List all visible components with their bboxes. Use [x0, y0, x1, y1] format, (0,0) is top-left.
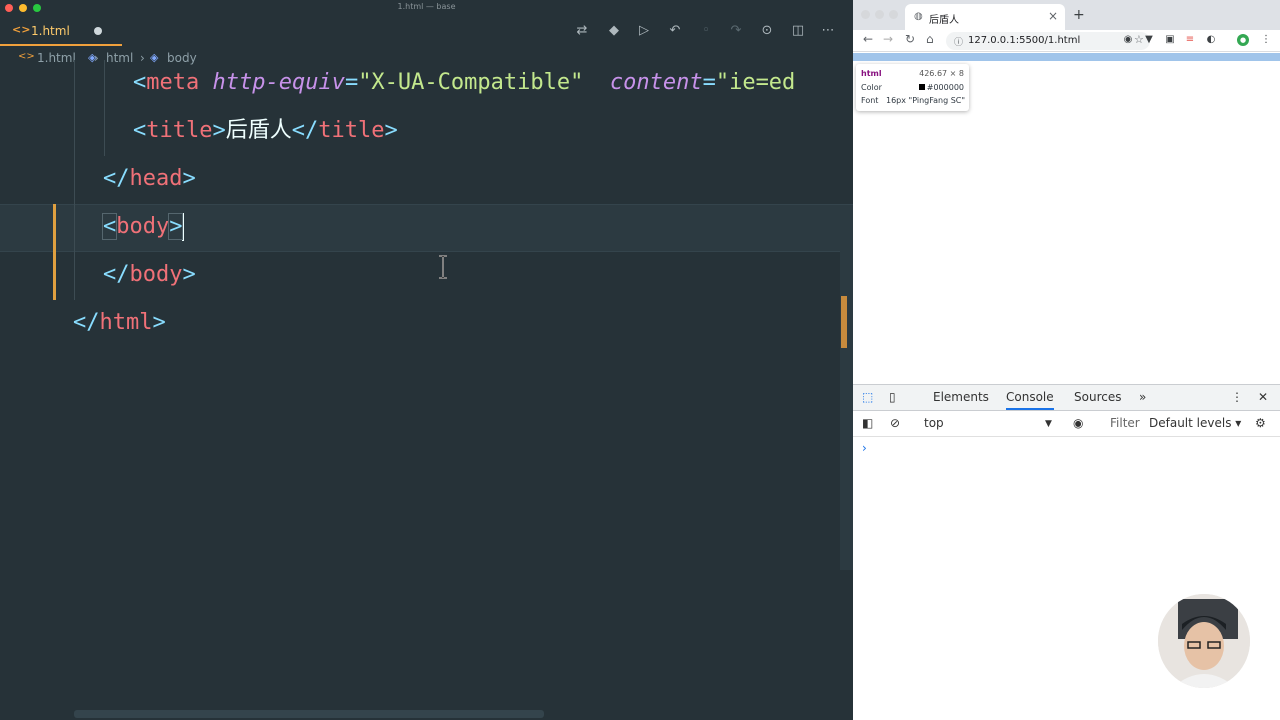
extension-icon[interactable]: ▣ — [1164, 34, 1176, 46]
scrollbar-thumb[interactable] — [841, 296, 847, 348]
tooltip-size: 426.67 × 8 — [919, 69, 964, 78]
extension-icon[interactable]: ◐ — [1205, 34, 1217, 46]
tab-console[interactable]: Console — [1006, 390, 1054, 410]
code-line-meta: <meta http-equiv="X-UA-Compatible" conte… — [133, 70, 796, 95]
color-swatch-icon — [918, 84, 925, 90]
code-line-body-close: </body> — [103, 262, 196, 287]
ibeam-cursor-icon — [439, 255, 447, 279]
tooltip-color-value: #000000 — [918, 83, 964, 92]
code-line-body-open: <body> — [101, 213, 185, 241]
unsaved-dot-icon[interactable] — [94, 27, 102, 35]
split-editor-icon[interactable]: ◫ — [789, 22, 807, 40]
console-prompt[interactable]: › — [862, 441, 867, 455]
code-area[interactable]: <meta http-equiv="X-UA-Compatible" conte… — [0, 60, 853, 710]
close-tab-icon[interactable]: × — [1048, 9, 1058, 23]
webcam-overlay — [1158, 594, 1250, 688]
home-icon[interactable]: ⌂ — [926, 32, 934, 46]
code-line-head-close: </head> — [103, 166, 196, 191]
window-title: 1.html — base — [397, 2, 456, 11]
reload-icon[interactable]: ↻ — [905, 32, 915, 46]
url-text: 127.0.0.1:5500/1.html — [968, 35, 1081, 46]
filter-input[interactable]: Filter — [1110, 416, 1140, 430]
console-toolbar: ◧ ⊘ top ▼ ◉ Filter Default levels ▾ ⚙ — [853, 411, 1280, 437]
tab-elements[interactable]: Elements — [933, 390, 989, 404]
minimize-window-button[interactable] — [875, 10, 884, 19]
tab-sources[interactable]: Sources — [1074, 390, 1121, 404]
extension-icon[interactable]: ◉ — [1122, 34, 1134, 46]
git-icon[interactable]: ◆ — [605, 22, 623, 40]
address-bar[interactable]: ⓘ 127.0.0.1:5500/1.html ☆ — [946, 32, 1150, 50]
browser-tab-strip: ◍ 后盾人 × + — [853, 0, 1280, 30]
code-line-html-close: </html> — [73, 310, 166, 335]
chevron-down-icon[interactable]: ▼ — [1045, 419, 1052, 429]
inspect-tooltip: html 426.67 × 8 Color #000000 Font 16px … — [856, 64, 969, 111]
clear-console-icon[interactable]: ⊘ — [890, 416, 900, 430]
settings-gear-icon[interactable]: ⚙ — [1255, 416, 1266, 430]
timeline-icon[interactable]: ⊙ — [758, 22, 776, 40]
run-icon[interactable]: ▷ — [635, 22, 653, 40]
tooltip-element-name: html — [861, 69, 882, 78]
more-actions-icon[interactable]: ⋯ — [819, 22, 837, 40]
more-tabs-icon[interactable]: » — [1139, 390, 1146, 404]
tooltip-font-label: Font — [861, 96, 879, 105]
tooltip-font-value: 16px "PingFang SC" — [886, 96, 966, 105]
sidebar-toggle-icon[interactable]: ◧ — [862, 416, 873, 430]
log-levels-select[interactable]: Default levels ▾ — [1149, 416, 1241, 430]
editor-tab-label: 1.html — [31, 24, 70, 38]
title-bar: 1.html — base — [0, 0, 853, 16]
back-icon[interactable]: ← — [863, 32, 873, 46]
code-editor[interactable]: 1.html — base <> 1.html ⇄ ◆ ▷ ↶ ◦ ↷ ⊙ ◫ … — [0, 0, 853, 720]
forward-icon[interactable]: → — [883, 32, 893, 46]
profile-avatar[interactable]: ● — [1237, 34, 1249, 46]
code-brackets-icon: <> — [12, 23, 31, 36]
code-line-title: <title>后盾人</title> — [133, 118, 398, 143]
close-window-button[interactable] — [861, 10, 870, 19]
go-back-icon[interactable]: ↶ — [666, 22, 684, 40]
presenter-avatar — [1158, 594, 1250, 688]
element-highlight-overlay — [853, 53, 1280, 61]
extension-icon[interactable]: ▼ — [1143, 34, 1155, 46]
info-icon[interactable]: ⓘ — [954, 35, 963, 48]
device-toolbar-icon[interactable]: ▯ — [889, 390, 896, 404]
browser-toolbar: ← → ↻ ⌂ ⓘ 127.0.0.1:5500/1.html ☆ ◉ ▼ ▣ … — [853, 30, 1280, 52]
vertical-scrollbar[interactable] — [840, 225, 853, 570]
close-devtools-icon[interactable]: ✕ — [1258, 390, 1268, 404]
inspect-element-icon[interactable]: ⬚ — [862, 390, 873, 404]
editor-tab-bar: <> 1.html ⇄ ◆ ▷ ↶ ◦ ↷ ⊙ ◫ ⋯ — [0, 16, 853, 46]
globe-icon: ◍ — [914, 11, 923, 22]
context-select[interactable]: top — [924, 416, 944, 430]
devtools-menu-icon[interactable]: ⋮ — [1231, 390, 1243, 404]
zoom-window-button[interactable] — [889, 10, 898, 19]
tooltip-color-label: Color — [861, 83, 882, 92]
editor-tab-1-html[interactable]: <> 1.html — [0, 16, 122, 46]
menu-kebab-icon[interactable]: ⋮ — [1260, 34, 1272, 46]
dot-icon[interactable]: ◦ — [697, 22, 715, 40]
compare-icon[interactable]: ⇄ — [573, 22, 591, 40]
go-forward-icon[interactable]: ↷ — [727, 22, 745, 40]
browser-tab[interactable]: ◍ 后盾人 × — [905, 4, 1065, 30]
eye-icon[interactable]: ◉ — [1073, 416, 1083, 430]
devtools-tab-bar: ⬚ ▯ Elements Console Sources » ⋮ ✕ — [853, 385, 1280, 411]
horizontal-scrollbar[interactable] — [74, 710, 544, 718]
extension-icon[interactable]: ≡ — [1184, 34, 1196, 46]
text-cursor — [182, 213, 185, 241]
new-tab-icon[interactable]: + — [1073, 7, 1085, 23]
browser-tab-title: 后盾人 — [929, 15, 959, 26]
